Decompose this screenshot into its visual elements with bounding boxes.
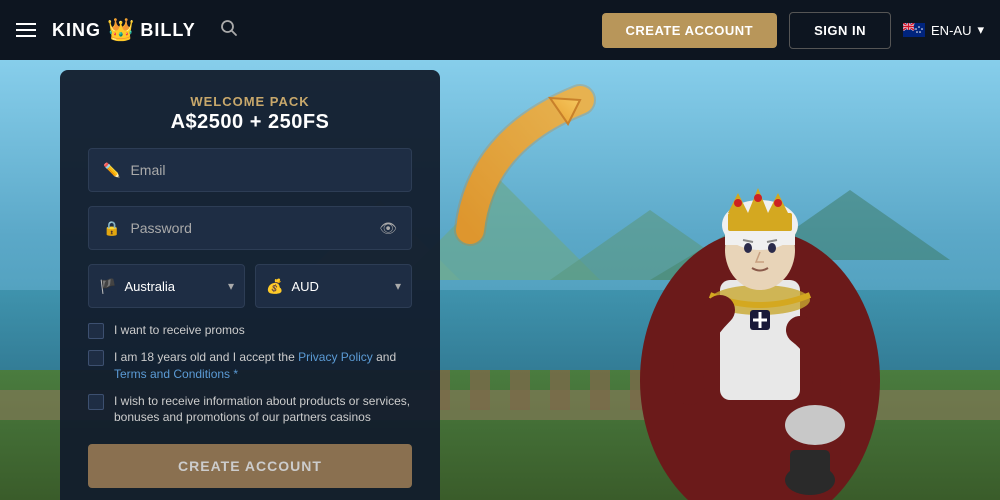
- search-icon[interactable]: [220, 19, 238, 42]
- currency-icon: 💰: [266, 278, 283, 295]
- header: KING 👑 BILLY CREATE ACCOUNT SIGN IN: [0, 0, 1000, 60]
- selects-row: 🏴 Australia ▾ 💰 AUD ▾: [88, 264, 412, 308]
- logo[interactable]: KING 👑 BILLY: [52, 17, 196, 43]
- email-field[interactable]: ✏️: [88, 148, 412, 192]
- email-input[interactable]: [130, 162, 397, 178]
- language-label: EN-AU: [931, 23, 971, 38]
- show-password-icon[interactable]: 👁: [379, 220, 397, 237]
- currency-selector[interactable]: 💰 AUD ▾: [255, 264, 412, 308]
- currency-label: AUD: [291, 279, 395, 294]
- lock-icon: 🔒: [103, 220, 120, 237]
- chevron-down-icon: ▾: [977, 22, 984, 38]
- welcome-pack-section: WELCOME PACK A$2500 + 250FS: [88, 94, 412, 134]
- header-right: CREATE ACCOUNT SIGN IN EN-A: [602, 12, 985, 49]
- promo-checkbox[interactable]: [88, 323, 104, 339]
- promo-checkbox-item: I want to receive promos: [88, 322, 412, 339]
- registration-form: WELCOME PACK A$2500 + 250FS ✏️ 🔒 👁 🏴 Aus…: [60, 70, 440, 500]
- country-flag-icon: 🏴: [99, 278, 116, 295]
- terms-checkbox-item: I am 18 years old and I accept the Priva…: [88, 349, 412, 383]
- logo-text-billy: BILLY: [140, 20, 195, 41]
- create-account-button[interactable]: CREATE ACCOUNT: [88, 444, 412, 488]
- country-selector[interactable]: 🏴 Australia ▾: [88, 264, 245, 308]
- logo-text-king: KING: [52, 20, 101, 41]
- privacy-policy-link[interactable]: Privacy Policy: [298, 350, 373, 364]
- partners-checkbox-item: I wish to receive information about prod…: [88, 393, 412, 427]
- welcome-pack-value: A$2500 + 250FS: [88, 111, 412, 134]
- terms-checkbox-label: I am 18 years old and I accept the Priva…: [114, 349, 412, 383]
- partners-checkbox[interactable]: [88, 394, 104, 410]
- country-label: Australia: [124, 279, 228, 294]
- main-area: WELCOME PACK A$2500 + 250FS ✏️ 🔒 👁 🏴 Aus…: [0, 60, 1000, 500]
- currency-chevron-icon: ▾: [395, 279, 401, 293]
- king-character: [600, 80, 920, 500]
- crown-icon: 👑: [107, 17, 134, 43]
- email-icon: ✏️: [103, 162, 120, 179]
- header-left: KING 👑 BILLY: [16, 17, 602, 43]
- country-chevron-icon: ▾: [228, 279, 234, 293]
- password-field[interactable]: 🔒 👁: [88, 206, 412, 250]
- header-create-account-button[interactable]: CREATE ACCOUNT: [602, 13, 778, 48]
- header-sign-in-button[interactable]: SIGN IN: [789, 12, 891, 49]
- language-selector[interactable]: EN-AU ▾: [903, 22, 984, 38]
- password-input[interactable]: [130, 220, 379, 236]
- arrow-graphic: [440, 80, 620, 260]
- terms-checkbox[interactable]: [88, 350, 104, 366]
- promo-checkbox-label: I want to receive promos: [114, 322, 245, 339]
- welcome-pack-label: WELCOME PACK: [88, 94, 412, 109]
- checkbox-group: I want to receive promos I am 18 years o…: [88, 322, 412, 426]
- terms-conditions-link[interactable]: Terms and Conditions *: [114, 367, 238, 381]
- hamburger-menu-icon[interactable]: [16, 23, 36, 37]
- partners-checkbox-label: I wish to receive information about prod…: [114, 393, 412, 427]
